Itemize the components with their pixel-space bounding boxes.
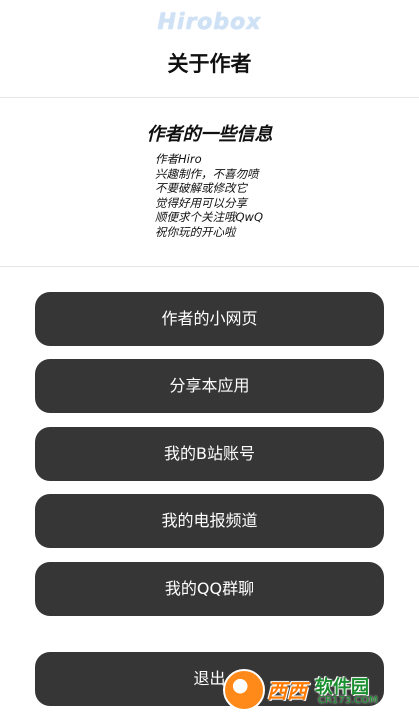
info-line: 顺便求个关注哦QwQ: [155, 210, 264, 224]
info-line: 祝你玩的开心啦: [155, 224, 236, 239]
watermark-domain: CR173.COM: [318, 695, 378, 706]
about-author-screen: Hirobox 关于作者 作者的一些信息 作者Hiro 兴趣制作，不喜勿喷 不要…: [0, 0, 419, 715]
watermark-logo-icon: [223, 669, 265, 711]
site-watermark: 西西 软件园 CR173.COM: [223, 669, 413, 711]
telegram-channel-button[interactable]: 我的电报频道: [35, 494, 384, 548]
info-text: 作者Hiro 兴趣制作，不喜勿喷 不要破解或修改它 觉得好用可以分享 顺便求个关…: [155, 152, 385, 239]
app-logo: Hirobox: [157, 10, 262, 35]
share-app-button[interactable]: 分享本应用: [35, 359, 384, 413]
info-line: 不要破解或修改它: [155, 181, 247, 195]
page-title: 关于作者: [167, 52, 252, 76]
website-button[interactable]: 作者的小网页: [35, 292, 384, 346]
watermark-brand: 西西: [267, 679, 307, 703]
info-divider: [0, 266, 419, 267]
header-divider: [0, 97, 419, 98]
info-line: 觉得好用可以分享: [155, 195, 247, 210]
info-title: 作者的一些信息: [146, 124, 273, 145]
info-line: 兴趣制作，不喜勿喷: [155, 166, 259, 181]
info-line: 作者Hiro: [155, 152, 202, 166]
qq-group-button[interactable]: 我的QQ群聊: [35, 562, 384, 616]
bilibili-account-button[interactable]: 我的B站账号: [35, 427, 384, 481]
